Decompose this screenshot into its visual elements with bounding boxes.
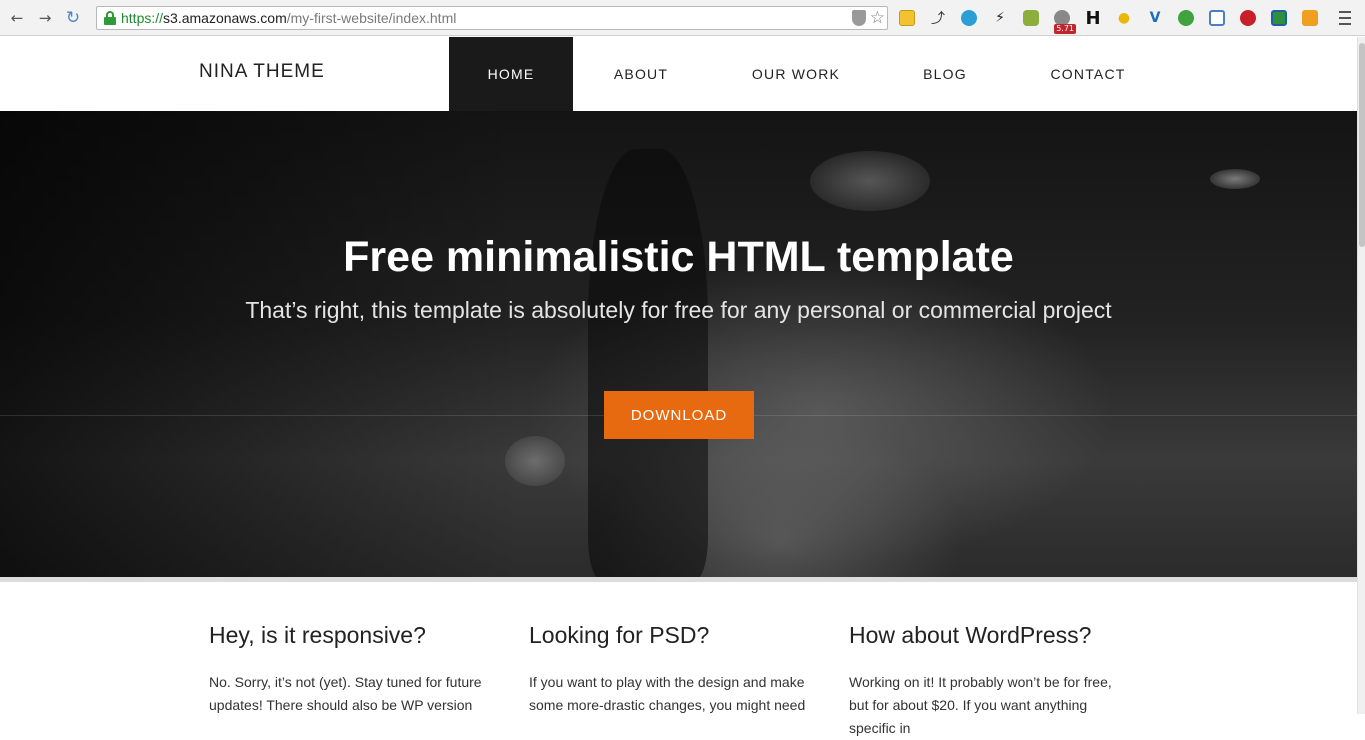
hero-title: Free minimalistic HTML template bbox=[343, 233, 1014, 281]
site-logo[interactable]: NINA THEME bbox=[199, 61, 325, 83]
basket-extension-icon[interactable] bbox=[1020, 8, 1042, 28]
page-scrollbar[interactable] bbox=[1357, 37, 1365, 714]
feature-psd: Looking for PSD? If you want to play wit… bbox=[529, 622, 849, 740]
link-extension-icon[interactable]: ⤴ bbox=[927, 8, 949, 28]
cloud-extension-icon[interactable] bbox=[958, 8, 980, 28]
feature-title: Hey, is it responsive? bbox=[209, 622, 426, 648]
hero-subtitle: That’s right, this template is absolutel… bbox=[245, 297, 1112, 323]
hero-banner: Free minimalistic HTML template That’s r… bbox=[0, 111, 1357, 577]
shield-icon[interactable] bbox=[851, 10, 866, 26]
hangouts-extension-icon[interactable] bbox=[1175, 8, 1197, 28]
menu-item-contact[interactable]: CONTACT bbox=[1007, 37, 1169, 111]
forward-arrow-icon[interactable]: → bbox=[34, 7, 56, 29]
download-button[interactable]: DOWNLOAD bbox=[604, 391, 754, 439]
h-extension-icon[interactable]: H bbox=[1082, 8, 1104, 29]
hero-light-glow bbox=[810, 151, 930, 211]
hero-light-glow bbox=[505, 436, 565, 486]
lightbulb-extension-icon[interactable]: ● bbox=[1113, 8, 1135, 28]
feature-text: Working on it! It probably won’t be for … bbox=[849, 674, 1112, 736]
drive-extension-icon[interactable] bbox=[1268, 8, 1290, 28]
back-arrow-icon[interactable]: ← bbox=[6, 7, 28, 29]
extensions-bar: ⤴ ⚡ 5.71 H ● V bbox=[896, 7, 1321, 34]
hero-bottom-border bbox=[0, 577, 1357, 582]
hero-person-silhouette bbox=[588, 149, 708, 577]
reload-icon[interactable]: ↻ bbox=[62, 7, 84, 29]
url-path: /my-first-website/index.html bbox=[286, 10, 457, 26]
url-host: s3.amazonaws.com bbox=[163, 10, 287, 26]
feature-responsive: Hey, is it responsive? No. Sorry, it’s n… bbox=[209, 622, 529, 740]
feature-wordpress: How about WordPress? Working on it! It p… bbox=[849, 622, 1169, 740]
menu-item-blog[interactable]: BLOG bbox=[883, 37, 1007, 111]
bolt-extension-icon[interactable]: ⚡ bbox=[989, 8, 1011, 28]
browser-menu-icon[interactable] bbox=[1339, 11, 1351, 25]
grid-extension-icon[interactable] bbox=[1299, 8, 1321, 28]
feature-title: Looking for PSD? bbox=[529, 622, 710, 648]
bookmark-star-icon[interactable]: ☆ bbox=[870, 8, 885, 28]
site-header: NINA THEME HOME ABOUT OUR WORK BLOG CONT… bbox=[0, 37, 1357, 111]
hero-background-shade bbox=[0, 111, 520, 577]
scrollbar-thumb[interactable] bbox=[1359, 43, 1365, 247]
feature-text: No. Sorry, it’s not (yet). Stay tuned fo… bbox=[209, 674, 482, 713]
menu-item-our-work[interactable]: OUR WORK bbox=[709, 37, 883, 111]
url-scheme: https:// bbox=[121, 10, 164, 26]
features-section: Hey, is it responsive? No. Sorry, it’s n… bbox=[209, 622, 1189, 740]
menu-item-about[interactable]: ABOUT bbox=[573, 37, 709, 111]
feature-title: How about WordPress? bbox=[849, 622, 1092, 648]
v-extension-icon[interactable]: V bbox=[1144, 8, 1166, 28]
extension-badge: 5.71 bbox=[1054, 24, 1076, 34]
menu-item-home[interactable]: HOME bbox=[449, 37, 573, 111]
feature-text: If you want to play with the design and … bbox=[529, 674, 806, 713]
stop-extension-icon[interactable] bbox=[1237, 8, 1259, 28]
counter-extension-icon[interactable]: 5.71 bbox=[1051, 8, 1076, 34]
lock-icon bbox=[103, 11, 117, 25]
browser-toolbar: ← → ↻ https://s3.amazonaws.com/my-first-… bbox=[0, 0, 1365, 36]
main-menu: HOME ABOUT OUR WORK BLOG CONTACT bbox=[449, 37, 1169, 111]
window-extension-icon[interactable] bbox=[1206, 8, 1228, 28]
hero-light-glow bbox=[1210, 169, 1260, 189]
address-bar[interactable]: https://s3.amazonaws.com/my-first-websit… bbox=[96, 6, 888, 30]
folder-extension-icon[interactable] bbox=[896, 8, 918, 28]
